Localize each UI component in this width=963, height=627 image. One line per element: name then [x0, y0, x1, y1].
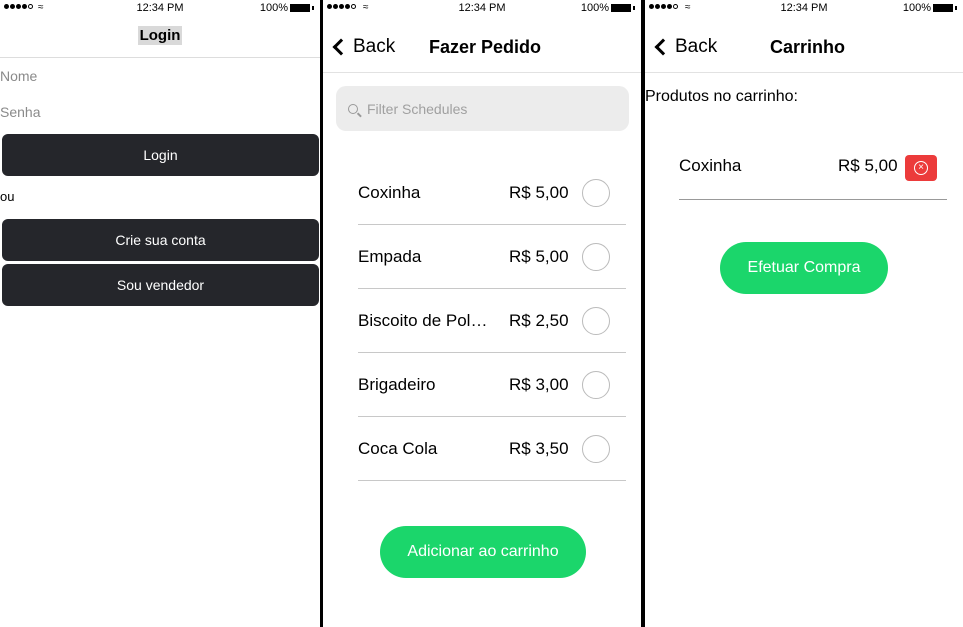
list-item[interactable]: Empada R$ 5,00: [358, 225, 626, 289]
login-button[interactable]: Login: [2, 134, 319, 176]
item-price: R$ 3,50: [509, 439, 569, 458]
row-divider: [358, 480, 626, 481]
battery-percent: 100%: [580, 2, 609, 14]
select-radio[interactable]: [582, 307, 610, 335]
purchase-button[interactable]: Efetuar Compra: [720, 242, 888, 294]
chevron-left-icon: [654, 38, 672, 56]
seller-button[interactable]: Sou vendedor: [2, 264, 319, 306]
chevron-left-icon: [332, 38, 350, 56]
item-price: R$ 5,00: [509, 183, 569, 202]
add-to-cart-button[interactable]: Adicionar ao carrinho: [380, 526, 586, 578]
battery-percent: 100%: [902, 2, 931, 14]
search-icon: [348, 103, 358, 114]
select-radio[interactable]: [582, 179, 610, 207]
back-label: Back: [675, 36, 718, 57]
cart-item: Coxinha R$ 5,00 ×: [679, 146, 947, 200]
item-price: R$ 2,50: [509, 311, 569, 330]
nav-bar: Back Fazer Pedido: [323, 28, 641, 68]
order-screen: ≈ 12:34 PM 100% Back Fazer Pedido Filter…: [323, 0, 641, 627]
search-placeholder: Filter Schedules: [367, 100, 468, 117]
back-label: Back: [353, 36, 396, 57]
back-button[interactable]: Back: [653, 36, 717, 58]
select-radio[interactable]: [582, 371, 610, 399]
select-radio[interactable]: [582, 435, 610, 463]
search-input[interactable]: Filter Schedules: [336, 86, 629, 131]
remove-item-button[interactable]: ×: [905, 155, 937, 181]
login-screen: ≈ 12:34 PM 100% Login Nome Senha Login o…: [0, 0, 320, 627]
cart-screen: ≈ 12:34 PM 100% Back Carrinho Produtos n…: [645, 0, 963, 627]
header-divider: [0, 57, 320, 58]
list-item[interactable]: Brigadeiro R$ 3,00: [358, 353, 626, 417]
select-radio[interactable]: [582, 243, 610, 271]
page-title: Login: [137, 26, 183, 45]
battery-icon: [290, 4, 310, 12]
list-item[interactable]: Coca Cola R$ 3,50: [358, 417, 626, 481]
or-label: ou: [0, 189, 15, 204]
item-name: Brigadeiro: [358, 375, 436, 394]
item-price: R$ 3,00: [509, 375, 569, 394]
battery-percent: 100%: [259, 2, 288, 14]
item-price: R$ 5,00: [509, 247, 569, 266]
status-bar: ≈ 12:34 PM 100%: [0, 0, 320, 18]
item-name: Coxinha: [679, 156, 742, 175]
row-divider: [679, 199, 947, 200]
close-circle-icon: ×: [914, 161, 928, 175]
status-bar: ≈ 12:34 PM 100%: [323, 0, 641, 18]
list-item[interactable]: Biscoito de Pol… R$ 2,50: [358, 289, 626, 353]
header-divider: [645, 72, 963, 73]
list-item[interactable]: Coxinha R$ 5,00: [358, 161, 626, 225]
back-button[interactable]: Back: [331, 36, 395, 58]
item-name: Empada: [358, 247, 422, 266]
page-title: Fazer Pedido: [429, 37, 542, 57]
item-name: Coca Cola: [358, 439, 438, 458]
page-title: Carrinho: [770, 37, 846, 57]
cart-label: Produtos no carrinho:: [645, 88, 798, 105]
item-name: Coxinha: [358, 183, 421, 202]
battery-icon: [933, 4, 953, 12]
header-divider: [323, 72, 641, 73]
status-bar: ≈ 12:34 PM 100%: [645, 0, 963, 18]
item-price: R$ 5,00: [838, 156, 898, 175]
item-name: Biscoito de Pol…: [358, 311, 488, 330]
battery-icon: [611, 4, 631, 12]
create-account-button[interactable]: Crie sua conta: [2, 219, 319, 261]
nav-bar: Back Carrinho: [645, 28, 963, 68]
name-field[interactable]: Nome: [0, 68, 37, 84]
password-field[interactable]: Senha: [0, 104, 40, 120]
